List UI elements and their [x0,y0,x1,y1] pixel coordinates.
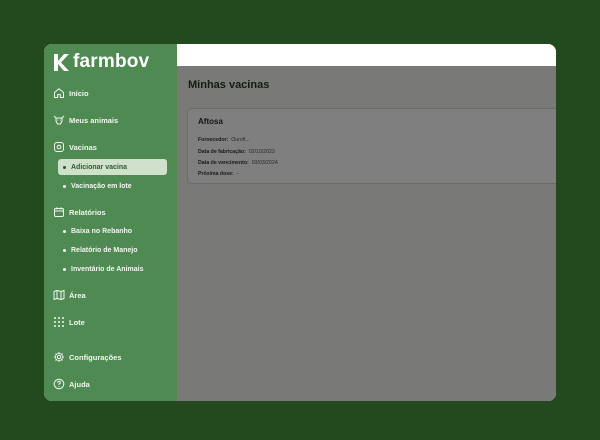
sidebar-subitem-adicionar-vacina[interactable]: Adicionar vacina [58,159,167,175]
sidebar-item-label: Lote [69,317,85,327]
grid-icon [52,316,65,329]
sidebar-subitem-label: Baixa no Rebanho [71,227,133,235]
brand-logo[interactable]: farmbov [53,51,149,73]
sidebar-item-meus-animais[interactable]: Meus animais [52,112,118,128]
help-icon [52,378,65,391]
sidebar-item-relatorios[interactable]: Relatórios [52,204,106,220]
sidebar-item-lote[interactable]: Lote [52,314,85,330]
bullet-dot [63,165,66,169]
brand-name: farmbov [73,51,150,72]
sidebar-subitem-vacinacao-em-lote[interactable]: Vacinação em lote [58,178,167,194]
sidebar-item-label: Vacinas [69,142,97,152]
sidebar-item-area[interactable]: Área [52,287,86,303]
bullet-dot [63,248,66,252]
sidebar-item-vacinas[interactable]: Vacinas [52,139,97,155]
sidebar-subitem-label: Inventário de Animais [71,265,144,273]
farmbov-logo-icon [54,53,69,71]
sidebar-subitem-relatorio-de-manejo[interactable]: Relatório de Manejo [58,242,167,258]
bullet-dot [63,229,66,233]
gear-icon [52,351,65,364]
home-icon [52,87,65,100]
map-icon [52,289,65,302]
top-bar [177,44,556,66]
sidebar-subitem-label: Relatório de Manejo [71,246,138,254]
sidebar-item-inicio[interactable]: Início [52,85,89,101]
sidebar-item-ajuda[interactable]: Ajuda [52,376,90,392]
sidebar-subitem-label: Vacinação em lote [71,182,132,190]
sidebar-item-label: Meus animais [69,115,119,125]
bullet-dot [63,184,66,188]
sidebar-subitem-label: Adicionar vacina [71,163,128,171]
sidebar-item-label: Relatórios [69,207,106,217]
sidebar-item-label: Configurações [69,352,122,362]
sidebar-item-label: Ajuda [69,379,90,389]
sidebar-item-configuracoes[interactable]: Configurações [52,349,122,365]
modal-backdrop-overlay[interactable] [177,66,556,401]
sidebar: farmbov Início Meus animais Vacinas Adic… [44,44,177,401]
sidebar-item-label: Início [69,88,89,98]
sidebar-subitem-baixa-no-rebanho[interactable]: Baixa no Rebanho [58,223,167,239]
sidebar-subitem-inventario-de-animais[interactable]: Inventário de Animais [58,261,167,277]
bullet-dot [63,267,66,271]
sidebar-item-label: Área [69,290,86,300]
cow-icon [52,114,65,127]
app-window: farmbov Início Meus animais Vacinas Adic… [44,44,556,401]
vaccine-icon [52,141,65,154]
calendar-icon [52,206,65,219]
